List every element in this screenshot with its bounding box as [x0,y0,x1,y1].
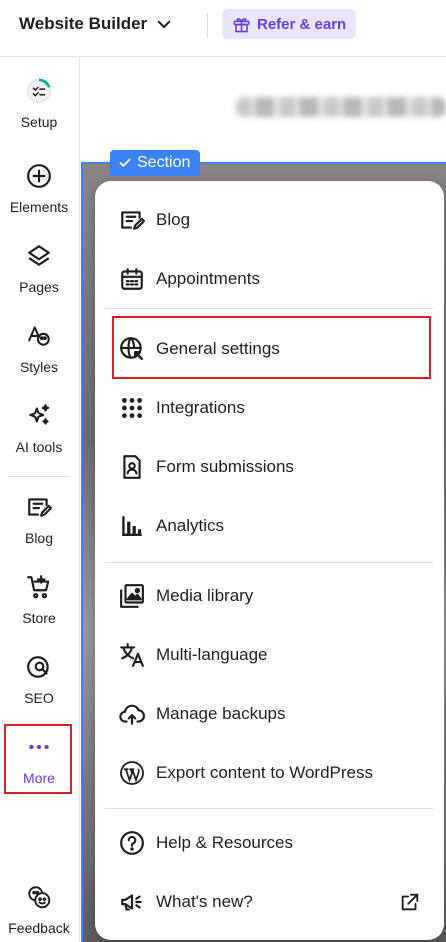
menu-item-analytics[interactable]: Analytics [95,506,444,546]
check-icon [119,158,131,167]
bar-chart-icon [118,512,146,540]
external-link-icon [401,893,419,911]
sidebar-item-pages[interactable]: Pages [0,242,78,295]
menu-item-general-settings[interactable]: General settings [95,329,444,369]
sidebar-item-store[interactable]: Store [0,573,78,626]
menu-item-form-submissions[interactable]: Form submissions [95,447,444,487]
sidebar-item-seo[interactable]: SEO [0,653,78,706]
menu-item-media-library[interactable]: Media library [95,576,444,616]
sidebar-item-styles[interactable]: Styles [0,322,78,375]
menu-item-label: Form submissions [156,457,294,476]
menu-item-export-wordpress[interactable]: Export content to WordPress [95,753,444,793]
divider [207,13,208,38]
menu-item-label: General settings [156,339,280,358]
sidebar-item-label: AI tools [15,439,63,455]
menu-item-label: Blog [156,210,191,229]
sidebar-item-label: Pages [19,279,59,295]
menu-item-label: Help & Resources [156,833,294,852]
menu-item-integrations[interactable]: Integrations [95,388,444,428]
form-icon [118,453,146,481]
menu-item-label: Integrations [156,398,245,417]
brand-label: Website Builder [19,14,148,33]
feedback-icon [25,883,53,911]
calendar-icon [118,265,146,293]
sidebar-divider [8,476,70,477]
sidebar-item-label: Store [22,610,56,626]
globe-settings-icon [118,335,146,363]
menu-divider [105,562,433,563]
menu-divider [105,808,433,809]
more-dots-icon [25,733,53,761]
menu-item-appointments[interactable]: Appointments [95,259,444,299]
sidebar-item-label: Blog [24,530,54,546]
styles-icon [25,322,53,350]
refer-and-earn-button[interactable]: Refer & earn [222,9,357,39]
blog-icon [118,206,146,234]
menu-item-label: Analytics [156,516,225,535]
seo-globe-icon [25,653,53,681]
menu-item-whats-new[interactable]: What's new? [95,882,444,922]
sidebar-item-ai-tools[interactable]: AI tools [0,402,78,455]
menu-item-label: What's new? [156,892,253,911]
sidebar-item-feedback[interactable]: Feedback [0,883,78,936]
chevron-down-icon [157,20,171,28]
gift-icon [233,17,250,32]
top-bar: Website Builder Refer & earn [0,0,446,57]
refer-label: Refer & earn [257,15,347,33]
sidebar-item-label: SEO [24,690,54,706]
setup-progress-icon [25,77,53,105]
grid-dots-icon [118,394,146,422]
menu-item-blog[interactable]: Blog [95,200,444,240]
media-icon [118,582,146,610]
translate-icon [118,641,146,669]
left-sidebar: Setup Elements Pages Styles AI tools Blo… [0,57,80,942]
wordpress-icon [118,759,146,787]
menu-item-multi-language[interactable]: Multi-language [95,635,444,675]
sidebar-item-label: Styles [19,359,59,375]
sidebar-item-more[interactable]: More [0,733,78,786]
section-tag-label: Section [137,154,191,171]
menu-item-label: Appointments [156,269,260,288]
menu-item-manage-backups[interactable]: Manage backups [95,694,444,734]
menu-item-label: Manage backups [156,704,286,723]
sidebar-item-elements[interactable]: Elements [0,162,78,215]
menu-item-label: Media library [156,586,254,605]
menu-item-label: Multi-language [156,645,268,664]
blog-icon [25,493,53,521]
more-menu: Blog Appointments General settings Integ… [95,181,444,940]
layers-icon [25,242,53,270]
help-icon [118,829,146,857]
cloud-backup-icon [118,700,146,728]
plus-circle-icon [25,162,53,190]
sparkles-icon [25,402,53,430]
sidebar-item-label: Setup [20,114,58,130]
menu-divider [105,308,433,309]
section-tag[interactable]: Section [110,150,201,176]
sidebar-item-setup[interactable]: Setup [0,77,78,130]
sidebar-item-blog[interactable]: Blog [0,493,78,546]
sidebar-item-label: Feedback [8,920,70,936]
sidebar-item-label: More [23,770,55,786]
menu-item-label: Export content to WordPress [156,763,374,782]
megaphone-icon [118,888,146,916]
menu-item-help-resources[interactable]: Help & Resources [95,823,444,863]
website-builder-menu[interactable]: Website Builder [19,14,173,34]
cart-icon [25,573,53,601]
sidebar-item-label: Elements [9,199,69,215]
blurred-heading [236,97,446,117]
